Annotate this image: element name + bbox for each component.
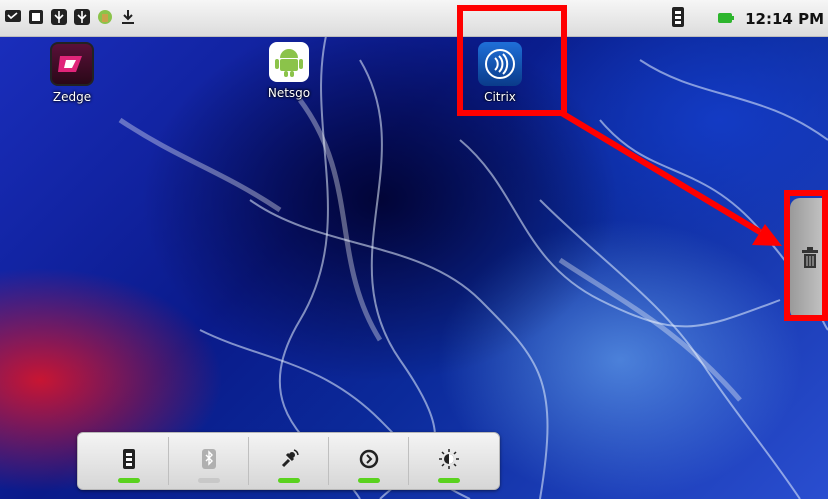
sync-indicator [357, 478, 380, 483]
brightness-indicator [437, 478, 460, 483]
bluetooth-toggle[interactable] [169, 437, 249, 485]
bluetooth-icon [201, 448, 217, 474]
bluetooth-indicator [197, 478, 220, 483]
brightness-icon [438, 448, 460, 474]
annotation-box-trash [784, 190, 828, 321]
brightness-toggle[interactable] [409, 437, 488, 485]
sync-icon [359, 449, 379, 473]
wifi-indicator [117, 478, 140, 483]
wifi-icon [122, 448, 136, 474]
gps-toggle[interactable] [249, 437, 329, 485]
wifi-toggle[interactable] [89, 437, 169, 485]
gps-indicator [277, 478, 300, 483]
annotation-arrow [558, 109, 782, 246]
sync-toggle[interactable] [329, 437, 409, 485]
power-control-widget [77, 432, 500, 490]
gps-icon [279, 448, 299, 474]
